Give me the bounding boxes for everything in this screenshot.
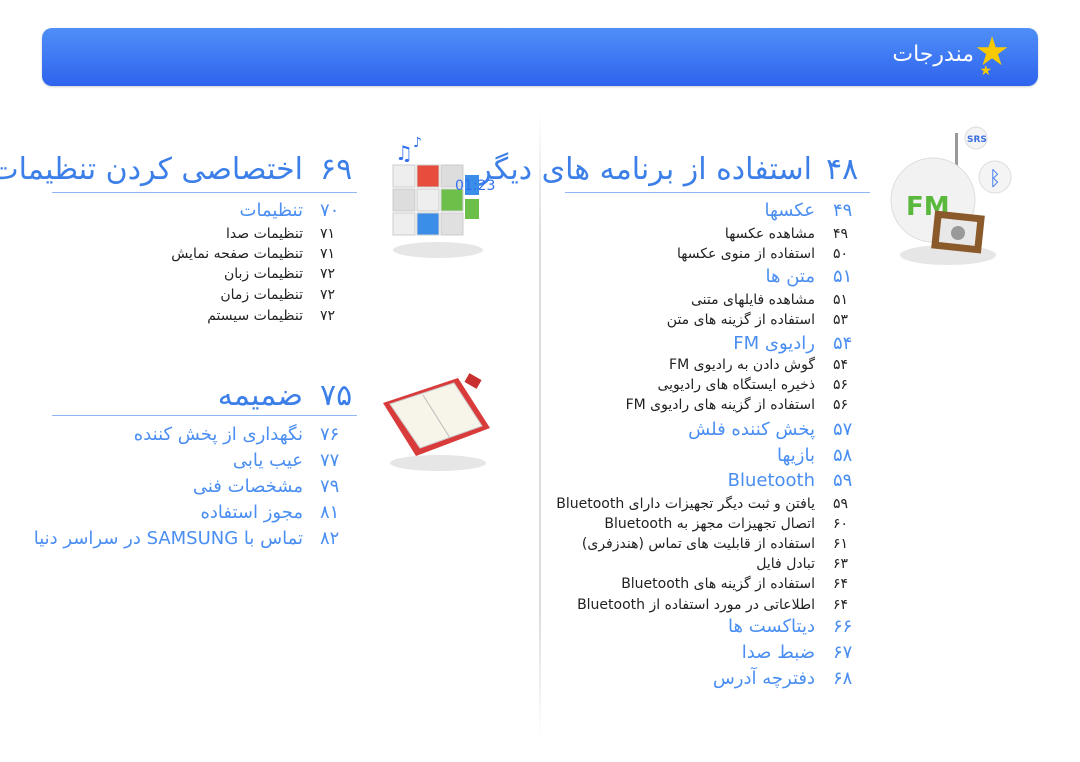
entry-title[interactable]: تنظیمات صفحه نمایش: [171, 246, 303, 262]
page-number: ۵۳: [833, 312, 849, 328]
bluetooth-icon: ᛒ: [989, 166, 1001, 190]
page-number: ۶۶: [833, 616, 853, 637]
page-number: ۶۹: [320, 152, 353, 187]
entry-title[interactable]: اختصاصی کردن تنظیمات: [0, 152, 303, 187]
page-number: ۵۶: [833, 377, 849, 393]
page-number: ۷۷: [320, 450, 340, 471]
page-number: ۷۱: [320, 226, 336, 242]
page-title: مندرجات: [892, 42, 974, 67]
srs-label: SRS: [967, 135, 987, 145]
entry-title[interactable]: ذخیره ایستگاه های رادیویی: [657, 377, 815, 393]
entry-title[interactable]: یافتن و ثبت دیگر تجهیزات دارای Bluetooth: [556, 496, 815, 512]
page-number: ۷۲: [320, 308, 336, 324]
page-number: ۴۹: [833, 200, 853, 221]
page-number: ۶۴: [833, 597, 849, 613]
page-number: ۵۹: [833, 470, 853, 491]
page-number: ۷۵: [320, 378, 353, 413]
page-number: ۵۸: [833, 445, 853, 466]
page-number: ۵۱: [833, 292, 849, 308]
page-number: ۸۱: [320, 502, 340, 523]
page-number: ۵۷: [833, 419, 853, 440]
entry-title[interactable]: ضبط صدا: [742, 642, 815, 663]
entry-title[interactable]: مجوز استفاده: [200, 502, 303, 523]
entry-title[interactable]: اطلاعاتی در مورد استفاده از Bluetooth: [577, 597, 815, 613]
cube-illustration: 01:23 ♫ ♪: [392, 135, 495, 258]
page-number: ۴۸: [826, 152, 859, 187]
entry-title[interactable]: تبادل فایل: [756, 556, 815, 572]
entry-title[interactable]: اتصال تجهیزات مجهز به Bluetooth: [604, 516, 815, 532]
entry-title[interactable]: عیب یابی: [233, 450, 303, 471]
section-rule: [565, 192, 870, 193]
page-number: ۵۹: [833, 496, 849, 512]
page-number: ۵۰: [833, 246, 849, 262]
entry-title[interactable]: Bluetooth: [728, 470, 815, 491]
music-note-icon: ♪: [413, 135, 422, 151]
entry-title[interactable]: مشاهده فایلهای متنی: [691, 292, 815, 308]
page-number: ۵۱: [833, 266, 853, 287]
entry-title[interactable]: استفاده از قابلیت های تماس (هندزفری): [582, 536, 815, 552]
page-number: ۶۸: [833, 668, 853, 689]
entry-title[interactable]: بازیها: [777, 445, 815, 466]
entry-title[interactable]: گوش دادن به رادیوی FM: [669, 357, 815, 373]
entry-title[interactable]: متن ها: [766, 266, 815, 287]
entry-title[interactable]: رادیوی FM: [733, 333, 815, 354]
page-number: ۷۱: [320, 246, 336, 262]
entry-title[interactable]: تنظیمات زمان: [220, 287, 303, 303]
entry-title[interactable]: استفاده از گزینه های Bluetooth: [621, 576, 815, 592]
header-banner: ★ ★ مندرجات: [42, 28, 1038, 86]
page-number: ۶۱: [833, 536, 849, 552]
page-number: ۸۲: [320, 528, 340, 549]
section-rule: [52, 192, 357, 193]
page-number: ۶۷: [833, 642, 853, 663]
page-number: ۷۰: [320, 200, 340, 221]
page-number: ۶۰: [833, 516, 849, 532]
entry-title[interactable]: مشاهده عکسها: [725, 226, 815, 242]
entry-title[interactable]: تماس با SAMSUNG در سراسر دنیا: [34, 528, 303, 549]
page-number: ۷۶: [320, 424, 340, 445]
entry-title[interactable]: استفاده از برنامه های دیگر: [477, 152, 812, 187]
page-number: ۷۲: [320, 287, 336, 303]
entry-title[interactable]: دیتاکست ها: [728, 616, 815, 637]
entry-title[interactable]: دفترچه آدرس: [713, 668, 815, 689]
entry-title[interactable]: عکسها: [764, 200, 815, 221]
page-number: ۶۴: [833, 576, 849, 592]
clock-label: 01:23: [455, 178, 495, 194]
media-illustration: FM SRS ᛒ: [890, 126, 1012, 265]
page-number: ۵۶: [833, 397, 849, 413]
column-divider: [539, 110, 541, 740]
section-rule: [52, 415, 357, 416]
small-star-icon: ★: [979, 63, 992, 79]
entry-title[interactable]: استفاده از منوی عکسها: [677, 246, 815, 262]
entry-title[interactable]: پخش کننده فلش: [688, 419, 815, 440]
page-number: ۵۴: [833, 357, 849, 373]
entry-title[interactable]: ضمیمه: [218, 378, 303, 413]
entry-title[interactable]: تنظیمات صدا: [226, 226, 303, 242]
page-number: ۷۹: [320, 476, 340, 497]
entry-title[interactable]: نگهداری از پخش کننده: [134, 424, 303, 445]
page-number: ۵۴: [833, 333, 853, 354]
entry-title[interactable]: استفاده از گزینه های رادیوی FM: [626, 397, 815, 413]
entry-title[interactable]: تنظیمات زبان: [224, 266, 303, 282]
entry-title[interactable]: استفاده از گزینه های متن: [667, 312, 815, 328]
entry-title[interactable]: تنظیمات سیستم: [207, 308, 303, 324]
entry-title[interactable]: تنظیمات: [240, 200, 303, 221]
page-number: ۴۹: [833, 226, 849, 242]
page-number: ۶۳: [833, 556, 849, 572]
page-number: ۷۲: [320, 266, 336, 282]
music-note-icon: ♫: [395, 141, 413, 165]
notebook-illustration: [383, 373, 490, 471]
entry-title[interactable]: مشخصات فنی: [193, 476, 303, 497]
